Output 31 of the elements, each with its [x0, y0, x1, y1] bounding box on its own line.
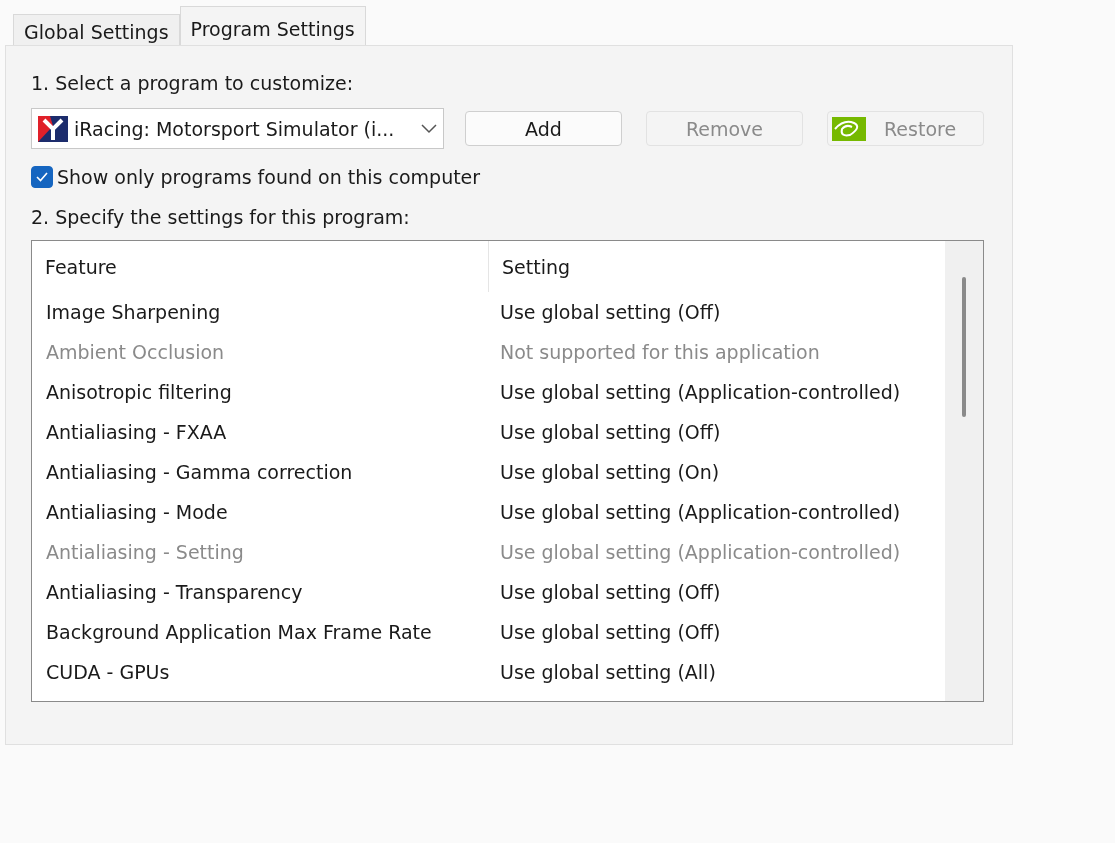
checkbox-label: Show only programs found on this computer — [57, 166, 481, 188]
column-header[interactable]: Feature — [32, 241, 489, 292]
column-header[interactable]: Setting — [489, 241, 945, 292]
setting-cell[interactable]: Use global setting (All) — [489, 661, 945, 683]
setting-cell[interactable]: Use global setting (Off) — [489, 421, 945, 443]
program-dropdown[interactable]: iRacing: Motorsport Simulator (i... — [31, 108, 444, 149]
tab[interactable]: Program Settings — [179, 6, 366, 45]
step-label: 2. Specify the settings for this program: — [31, 206, 411, 228]
feature-cell[interactable]: Antialiasing - Mode — [32, 501, 489, 523]
feature-cell[interactable]: Background Application Max Frame Rate — [32, 621, 489, 643]
check-icon — [35, 171, 49, 183]
setting-cell[interactable]: Use global setting (On) — [489, 461, 945, 483]
checkbox[interactable] — [31, 166, 53, 188]
setting-cell[interactable]: Use global setting (Off) — [489, 621, 945, 643]
action-button[interactable]: Add — [465, 111, 622, 146]
app-logo-icon — [38, 115, 68, 142]
feature-cell[interactable]: Antialiasing - FXAA — [32, 421, 489, 443]
feature-cell[interactable]: CUDA - GPUs — [32, 661, 489, 683]
step-label: 1. Select a program to customize: — [31, 72, 355, 94]
feature-cell[interactable]: Antialiasing - Transparency — [32, 581, 489, 603]
setting-cell[interactable]: Use global setting (Application-controlled) — [489, 381, 945, 403]
setting-cell[interactable]: Use global setting (Application-controlled) — [489, 501, 945, 523]
setting-cell[interactable]: Use global setting (Off) — [489, 581, 945, 603]
eye-logo-icon — [832, 116, 866, 141]
chevron-down-icon — [421, 123, 437, 134]
feature-cell[interactable]: Image Sharpening — [32, 301, 489, 323]
feature-cell[interactable]: Anisotropic filtering — [32, 381, 489, 403]
feature-cell[interactable]: Antialiasing - Gamma correction — [32, 461, 489, 483]
setting-cell[interactable]: Use global setting (Off) — [489, 301, 945, 323]
scrollbar[interactable] — [945, 241, 983, 701]
tab[interactable]: Global Settings — [13, 14, 180, 45]
